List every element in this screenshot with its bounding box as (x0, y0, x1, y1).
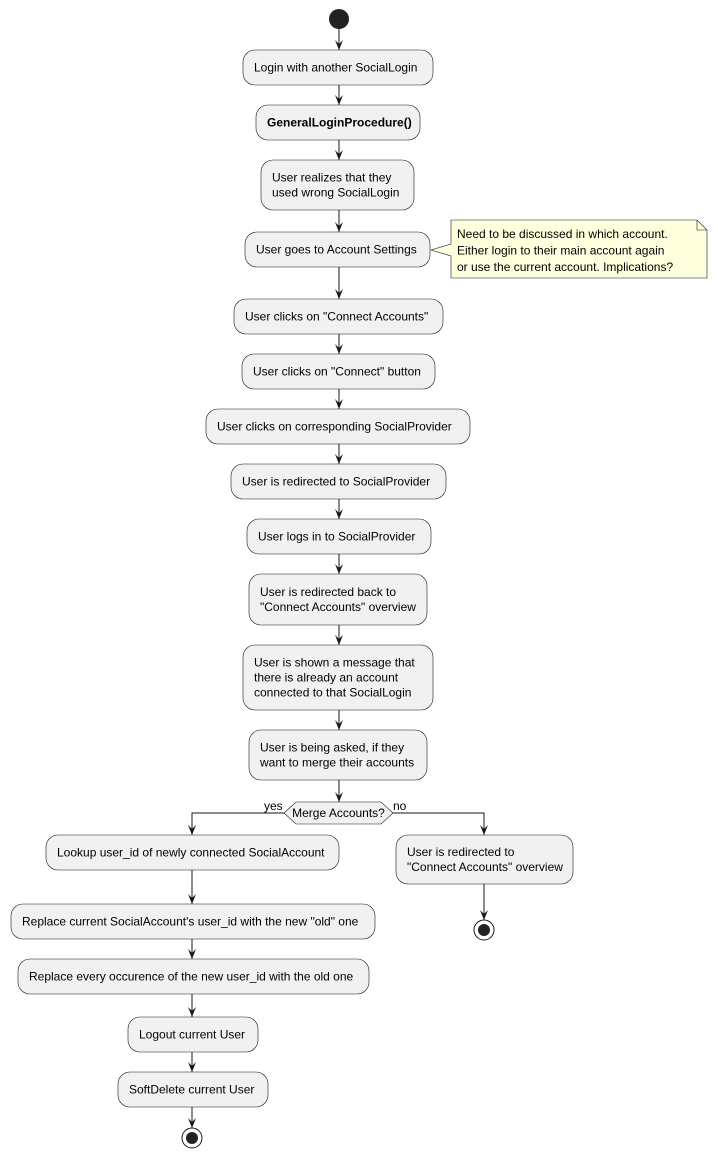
activity-label: User clicks on "Connect" button (253, 365, 421, 379)
note-text: Need to be discussed in which account. (457, 227, 668, 241)
activity-label: User goes to Account Settings (256, 243, 417, 257)
end-node-inner (186, 1132, 198, 1144)
activity-label: User is redirected to SocialProvider (242, 475, 430, 489)
no-branch-arrow (393, 812, 485, 835)
decision-merge-accounts: Merge Accounts? yes no (264, 799, 407, 825)
activity-diagram: Login with another SocialLogin GeneralLog… (10, 9, 708, 1149)
activity-label: User is shown a message that (254, 656, 415, 670)
yes-label: yes (264, 799, 283, 813)
activity-label: connected to that SocialLogin (254, 686, 411, 700)
note-text: Either login to their main account again (457, 244, 664, 258)
activity-general-login: GeneralLoginProcedure() (255, 104, 421, 141)
activity-replace-every: Replace every occurence of the new user_… (17, 958, 370, 995)
note: Need to be discussed in which account. Ei… (429, 219, 708, 279)
activity-label: Logout current User (139, 1028, 245, 1042)
activity-label: used wrong SocialLogin (272, 186, 399, 200)
activity-logs-in-provider: User logs in to SocialProvider (246, 518, 432, 555)
activity-label: Login with another SocialLogin (254, 61, 417, 75)
no-label: no (393, 799, 407, 813)
activity-label: want to merge their accounts (259, 756, 414, 770)
activity-label: "Connect Accounts" overview (260, 600, 416, 614)
activity-label: GeneralLoginProcedure() (267, 116, 412, 130)
activity-logout: Logout current User (127, 1016, 259, 1053)
activity-label: User logs in to SocialProvider (258, 530, 415, 544)
activity-label: User is redirected to (407, 845, 515, 859)
activity-label: User is being asked, if they (260, 741, 404, 755)
activity-label: SoftDelete current User (129, 1083, 254, 1097)
activity-click-provider: User clicks on corresponding SocialProvi… (205, 408, 471, 445)
start-node (329, 9, 349, 29)
activity-redirected-back: User is redirected back to"Connect Accou… (248, 573, 428, 626)
activity-label: User realizes that they (272, 171, 391, 185)
activity-label: User clicks on "Connect Accounts" (245, 310, 428, 324)
activity-redirected-overview: User is redirected to"Connect Accounts" … (395, 834, 574, 885)
activity-label: there is already an account (254, 671, 399, 685)
activity-asked-merge: User is being asked, if theywant to merg… (248, 729, 428, 781)
activity-click-connect-accounts: User clicks on "Connect Accounts" (233, 298, 444, 335)
activity-label: "Connect Accounts" overview (407, 860, 563, 874)
activity-label: User is redirected back to (260, 585, 396, 599)
activity-click-connect-button: User clicks on "Connect" button (241, 353, 436, 390)
activity-replace-current: Replace current SocialAccount's user_id … (10, 903, 376, 940)
activity-label: Replace current SocialAccount's user_id … (22, 915, 359, 929)
activity-lookup-user-id: Lookup user_id of newly connected Social… (45, 834, 340, 871)
activity-soft-delete: SoftDelete current User (117, 1071, 269, 1108)
activity-label: User clicks on corresponding SocialProvi… (217, 420, 452, 434)
activity-realizes-wrong: User realizes that theyused wrong Social… (260, 159, 415, 211)
activity-account-settings: User goes to Account Settings (244, 231, 431, 268)
activity-shown-message: User is shown a message thatthere is alr… (242, 644, 434, 711)
yes-branch-arrow (191, 812, 284, 835)
note-text: or use the current account. Implications… (457, 260, 673, 274)
activity-label: Lookup user_id of newly connected Social… (57, 846, 325, 860)
end-node-inner (478, 924, 490, 936)
activity-login-another: Login with another SocialLogin (242, 49, 434, 86)
decision-label: Merge Accounts? (292, 806, 385, 820)
activity-label: Replace every occurence of the new user_… (29, 970, 354, 984)
activity-redirected-provider: User is redirected to SocialProvider (230, 463, 447, 500)
